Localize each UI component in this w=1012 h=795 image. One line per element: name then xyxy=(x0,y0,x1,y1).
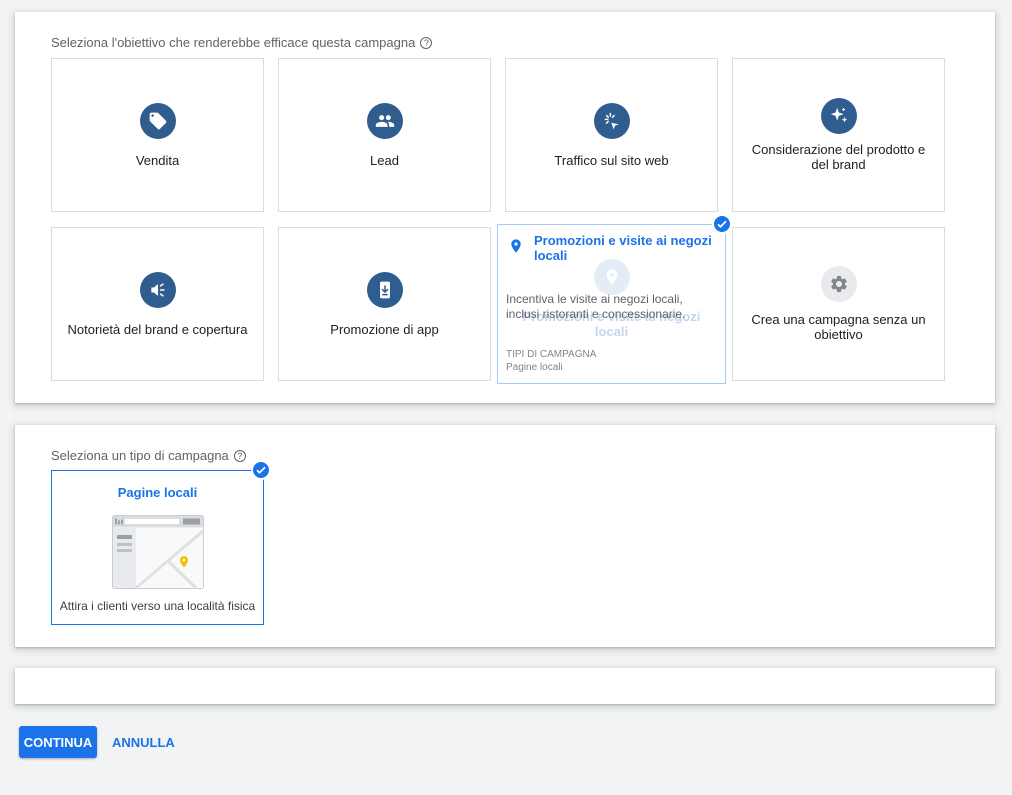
continue-button[interactable]: CONTINUA xyxy=(19,726,97,758)
goal-tile-no-goal[interactable]: Crea una campagna senza un obiettivo xyxy=(732,227,945,381)
goal-tile-leads[interactable]: Lead xyxy=(278,58,491,212)
goal-selection-card: Seleziona l'obiettivo che renderebbe eff… xyxy=(15,12,995,403)
help-circle-icon[interactable]: ? xyxy=(233,449,246,462)
mobile-download-icon xyxy=(366,271,403,308)
local-map-illustration xyxy=(112,515,204,589)
campaign-type-description: Attira i clienti verso una località fisi… xyxy=(59,599,256,613)
type-section-title: Seleziona un tipo di campagna ? xyxy=(51,448,246,463)
people-icon xyxy=(366,102,403,139)
campaign-type-title: Pagine locali xyxy=(117,485,198,500)
goal-tile-app-promotion[interactable]: Promozione di app xyxy=(278,227,491,381)
hover-card-title: Promozioni e visite ai negozi locali xyxy=(534,233,712,263)
hover-card-types-value: Pagine locali xyxy=(506,362,563,373)
tag-icon xyxy=(139,102,176,139)
goal-tile-local-store-visits[interactable]: Promozioni e visite ai negozi locali Pro… xyxy=(497,224,726,384)
location-pin-icon xyxy=(511,239,521,253)
cursor-click-icon xyxy=(593,102,630,139)
hover-card-header: Promozioni e visite ai negozi locali xyxy=(508,233,713,263)
campaign-type-local-pages[interactable]: Pagine locali Attira i clienti verso una… xyxy=(51,470,264,625)
gear-icon xyxy=(820,266,857,302)
hover-card-types-heading: TIPI DI CAMPAGNA xyxy=(506,349,597,360)
campaign-type-card: Seleziona un tipo di campagna ? Pagine l… xyxy=(15,425,995,647)
help-circle-icon[interactable]: ? xyxy=(420,36,433,49)
goal-tile-awareness[interactable]: Notorietà del brand e copertura xyxy=(51,227,264,381)
cancel-button[interactable]: ANNULLA xyxy=(104,726,183,758)
selected-check-icon xyxy=(251,460,271,480)
goal-tile-consideration[interactable]: Considerazione del prodotto e del brand xyxy=(732,58,945,212)
megaphone-icon xyxy=(139,271,176,308)
location-pin-icon xyxy=(593,259,630,295)
goal-tile-website-traffic[interactable]: Traffico sul sito web xyxy=(505,58,718,212)
goal-section-title: Seleziona l'obiettivo che renderebbe eff… xyxy=(51,35,433,50)
selected-check-icon xyxy=(712,214,732,234)
hover-card-description: Incentiva le visite ai negozi locali, in… xyxy=(506,292,686,321)
empty-section-card xyxy=(15,668,995,704)
sparkle-icon xyxy=(820,98,857,134)
goal-tile-sales[interactable]: Vendita xyxy=(51,58,264,212)
